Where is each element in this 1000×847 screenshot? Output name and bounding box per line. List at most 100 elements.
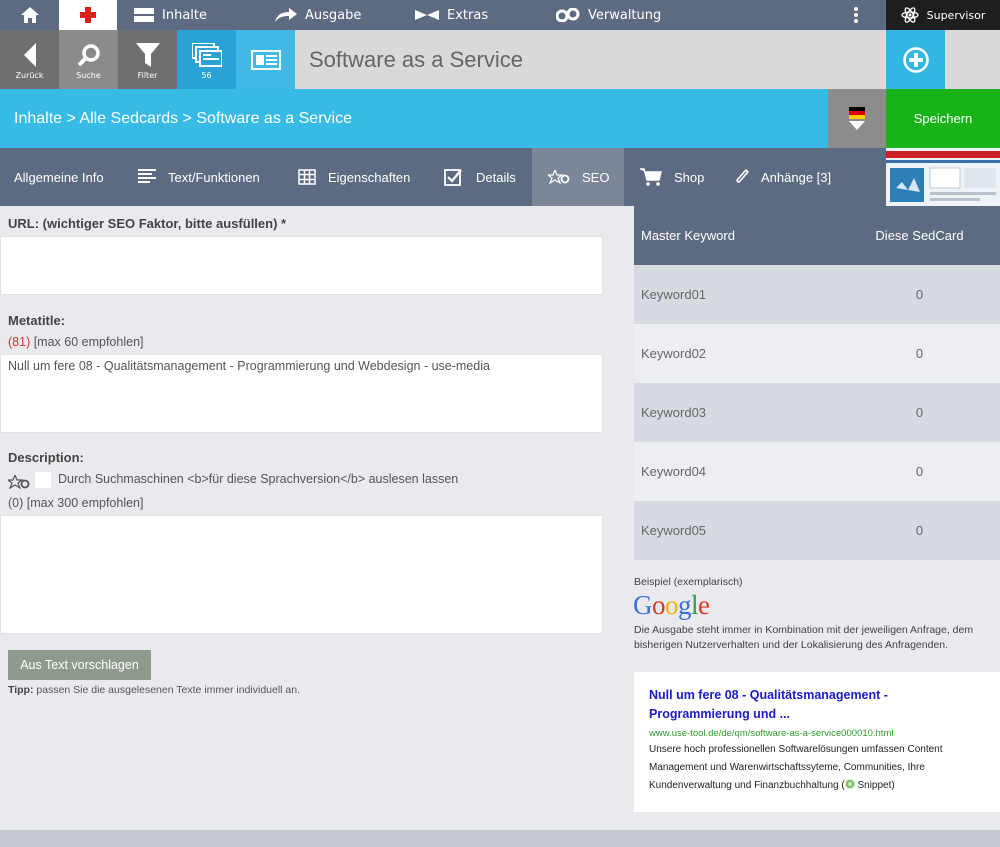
keyword-table-header: Master Keyword Diese SedCard xyxy=(634,206,1000,265)
red-cross-icon xyxy=(80,7,96,23)
grid-table-icon xyxy=(298,169,316,185)
snippet-link-text[interactable]: Snippet) xyxy=(855,780,894,791)
home-icon xyxy=(20,7,39,23)
toolbar: Zurück Suche Filter 56 Software as a Ser… xyxy=(0,30,1000,89)
red-cross-button[interactable] xyxy=(59,0,117,30)
tab-allgemeine-info[interactable]: Allgemeine Info xyxy=(14,148,104,206)
tab-label: Text/Funktionen xyxy=(168,169,260,185)
tab-seo[interactable]: SEO xyxy=(532,148,624,206)
snippet-url: www.use-tool.de/de/qm/software-as-a-serv… xyxy=(649,728,894,739)
back-button[interactable]: Zurück xyxy=(0,30,59,89)
tab-eigenschaften[interactable]: Eigenschaften xyxy=(298,148,410,206)
page-title: Software as a Service xyxy=(309,46,523,72)
language-selector[interactable] xyxy=(828,89,886,148)
search-icon xyxy=(77,44,100,67)
crawl-checkbox[interactable] xyxy=(35,472,51,488)
footer xyxy=(0,830,1000,847)
tab-label: Shop xyxy=(674,169,705,185)
export-arrow-icon xyxy=(275,8,297,22)
search-snippet-preview: Null um fere 08 - Qualitätsmanagement - … xyxy=(634,672,1000,812)
nav-item-extras[interactable]: Extras xyxy=(415,0,488,30)
table-row[interactable]: Keyword02 0 xyxy=(634,324,1000,383)
tab-bar: Allgemeine Info Text/Funktionen Eigensch… xyxy=(0,148,1000,206)
snippet-description: Unsere hoch professionellen Softwarelösu… xyxy=(649,741,969,795)
extras-icon xyxy=(415,8,439,22)
metatitle-hint: (81) [max 60 empfohlen] xyxy=(8,335,144,349)
back-arrow-icon xyxy=(23,43,36,67)
tab-anhaenge[interactable]: Anhänge [3] xyxy=(735,148,831,206)
keyword-cell: Keyword01 xyxy=(641,287,707,302)
nav-item-verwaltung[interactable]: Verwaltung xyxy=(556,0,661,30)
metatitle-max-hint: [max 60 empfohlen] xyxy=(30,335,144,349)
star-gear-icon xyxy=(548,170,570,184)
add-button[interactable] xyxy=(886,30,945,89)
tip-body: passen Sie die ausgelesenen Texte immer … xyxy=(33,684,301,696)
cards-list-button[interactable]: 56 xyxy=(177,30,236,89)
nav-item-label: Ausgabe xyxy=(305,7,362,23)
metatitle-label: Metatitle: xyxy=(8,313,66,328)
example-label: Beispiel (exemplarisch) xyxy=(634,576,743,588)
tab-label: Eigenschaften xyxy=(328,169,411,185)
cards-stack-icon xyxy=(191,43,222,67)
keyword-cell: Keyword04 xyxy=(641,464,707,479)
tab-label: Details xyxy=(476,169,516,185)
cards-count: 56 xyxy=(201,71,212,80)
tab-label: Allgemeine Info xyxy=(14,169,104,185)
shopping-cart-icon xyxy=(640,168,662,186)
column-header-master-keyword: Master Keyword xyxy=(641,228,735,243)
card-icon xyxy=(250,49,281,70)
home-button[interactable] xyxy=(0,0,59,30)
tab-text-funktionen[interactable]: Text/Funktionen xyxy=(138,148,260,206)
gears-icon xyxy=(556,8,580,22)
back-label: Zurück xyxy=(15,71,44,80)
save-button[interactable]: Speichern xyxy=(886,89,1000,148)
atom-icon xyxy=(900,7,919,23)
chevron-down-icon xyxy=(849,121,865,130)
tab-label: Anhänge [3] xyxy=(761,169,832,185)
url-input[interactable] xyxy=(0,236,603,295)
tip-text: Tipp: passen Sie die ausgelesenen Texte … xyxy=(8,684,300,696)
breadcrumb[interactable]: Inhalte > Alle Sedcards > Software as a … xyxy=(14,89,352,148)
more-menu-button[interactable] xyxy=(845,0,867,30)
table-row[interactable]: Keyword04 0 xyxy=(634,442,1000,501)
table-row[interactable]: Keyword05 0 xyxy=(634,501,1000,560)
user-menu[interactable]: Supervisor xyxy=(886,0,1000,30)
breadcrumb-bar: Inhalte > Alle Sedcards > Software as a … xyxy=(0,89,1000,148)
snippet-title: Null um fere 08 - Qualitätsmanagement - … xyxy=(649,688,888,721)
metatitle-textarea[interactable] xyxy=(0,354,603,433)
content-icon xyxy=(134,8,154,22)
paperclip-icon xyxy=(735,168,749,186)
count-cell: 0 xyxy=(915,287,924,302)
keyword-table: Master Keyword Diese SedCard Keyword01 0… xyxy=(634,206,1000,560)
tab-details[interactable]: Details xyxy=(444,148,516,206)
table-row[interactable]: Keyword03 0 xyxy=(634,383,1000,442)
tab-shop[interactable]: Shop xyxy=(640,148,704,206)
count-cell: 0 xyxy=(915,523,924,538)
preview-thumbnail[interactable] xyxy=(886,148,1000,206)
crawl-checkbox-label: Durch Suchmaschinen <b>für diese Sprachv… xyxy=(58,472,459,486)
search-button[interactable]: Suche xyxy=(59,30,118,89)
plus-circle-icon xyxy=(902,46,929,73)
nav-item-ausgabe[interactable]: Ausgabe xyxy=(275,0,361,30)
nav-item-label: Extras xyxy=(447,7,489,23)
snippet-globe-icon xyxy=(845,779,855,789)
text-lines-icon xyxy=(138,169,156,185)
keyword-cell: Keyword02 xyxy=(641,346,707,361)
search-label: Suche xyxy=(76,71,101,80)
kebab-icon xyxy=(854,7,858,23)
metatitle-char-count: (81) xyxy=(8,335,31,349)
table-row[interactable]: Keyword01 0 xyxy=(634,265,1000,324)
filter-label: Filter xyxy=(137,71,158,80)
nav-item-inhalte[interactable]: Inhalte xyxy=(134,0,207,30)
tab-label: SEO xyxy=(582,169,610,185)
google-logo: Google xyxy=(633,590,710,620)
nav-item-label: Verwaltung xyxy=(588,7,662,23)
column-header-this-sedcard: Diese SedCard xyxy=(875,228,964,243)
description-textarea[interactable] xyxy=(0,515,603,634)
google-note: Die Ausgabe steht immer in Kombination m… xyxy=(634,624,974,651)
single-card-button[interactable] xyxy=(236,30,295,89)
website-thumbnail-image xyxy=(886,148,1000,206)
snippet-desc-text: Unsere hoch professionellen Softwarelösu… xyxy=(649,744,943,791)
filter-button[interactable]: Filter xyxy=(118,30,177,89)
suggest-from-text-button[interactable]: Aus Text vorschlagen xyxy=(8,650,151,680)
